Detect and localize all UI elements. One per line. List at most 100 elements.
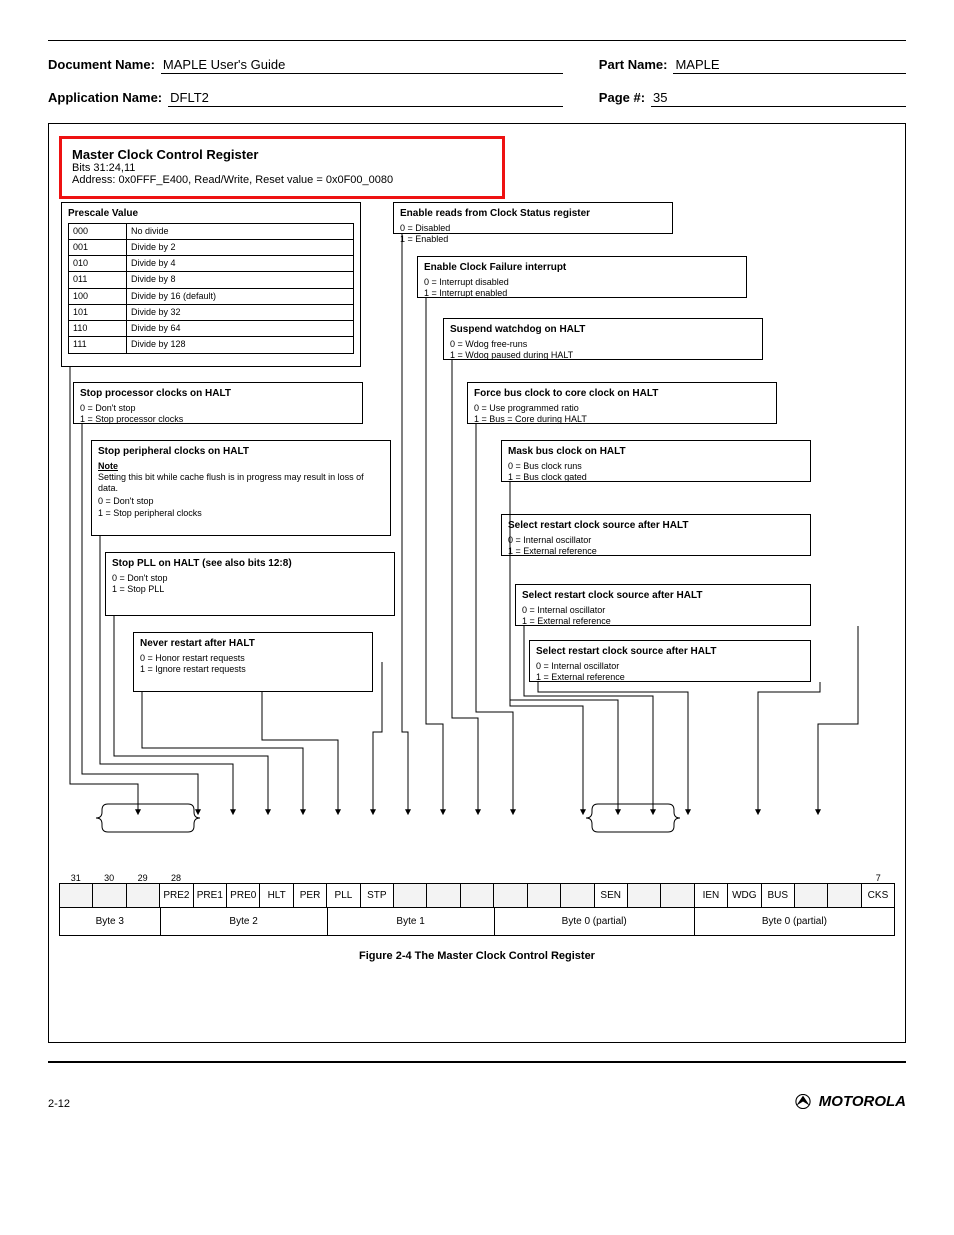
sysen-val1: 1 = Enabled: [400, 234, 666, 245]
bit-cell: [627, 884, 660, 907]
footer-rule: [48, 1061, 906, 1063]
bit-cell: HLT: [259, 884, 292, 907]
bit-cell: PRE1: [193, 884, 226, 907]
byte-cell: Byte 0 (partial): [694, 908, 894, 935]
register-bits-line: Bits 31:24,11: [72, 162, 492, 174]
figure-caption: Figure 2-4 The Master Clock Control Regi…: [59, 950, 895, 962]
bit-cell: PRE0: [226, 884, 259, 907]
byte-cell: Byte 3: [60, 908, 160, 935]
cksrc2-title: Select restart clock source after HALT: [522, 590, 804, 603]
bit-cell: [92, 884, 125, 907]
wdog-val0: 0 = Wdog free-runs: [450, 339, 756, 350]
bit-cell: PRE2: [159, 884, 192, 907]
wdog-val1: 1 = Wdog paused during HALT: [450, 350, 756, 361]
bit-cell: [126, 884, 159, 907]
sysen-val0: 0 = Disabled: [400, 223, 666, 234]
bit-name-row: PRE2PRE1PRE0HLTPERPLLSTP SEN IENWDGBUS CKS: [59, 883, 895, 908]
inten-title: Enable Clock Failure interrupt: [424, 262, 740, 275]
inten-val0: 0 = Interrupt disabled: [424, 277, 740, 288]
periph-val1: 1 = Stop peripheral clocks: [98, 508, 384, 519]
cksrc1-box: Select restart clock source after HALT 0…: [501, 514, 811, 556]
cksrc2-val0: 0 = Internal oscillator: [522, 605, 804, 616]
stop-title: Never restart after HALT: [140, 638, 366, 651]
bit-cell: [493, 884, 526, 907]
pll-box: Stop PLL on HALT (see also bits 12:8) 0 …: [105, 552, 395, 616]
register-bitmap: 313029287 PRE2PRE1PRE0HLTPERPLLSTP SEN IEN…: [59, 873, 895, 962]
bit-index-row: 313029287: [59, 873, 895, 883]
doc-name-value: MAPLE User's Guide: [161, 57, 563, 74]
page-num-value: 35: [651, 90, 906, 107]
cksrc2-box: Select restart clock source after HALT 0…: [515, 584, 811, 626]
register-addr-line: Address: 0x0FFF_E400, Read/Write, Reset …: [72, 174, 492, 186]
haltproc-box: Stop processor clocks on HALT 0 = Don't …: [73, 382, 363, 424]
bit-cell: IEN: [694, 884, 727, 907]
periph-box: Stop peripheral clocks on HALT Note Sett…: [91, 440, 391, 536]
byte-cell: Byte 0 (partial): [494, 908, 694, 935]
byte-cell: Byte 2: [160, 908, 327, 935]
sysen-title: Enable reads from Clock Status register: [400, 208, 666, 221]
stop-val0: 0 = Honor restart requests: [140, 653, 366, 664]
bit-cell: WDG: [727, 884, 760, 907]
bit-cell: PLL: [326, 884, 359, 907]
prescale-table: 000No divide001Divide by 2010Divide by 4…: [68, 223, 354, 354]
stop-val1: 1 = Ignore restart requests: [140, 664, 366, 675]
bit-cell: [560, 884, 593, 907]
cksrc3-val1: 1 = External reference: [536, 672, 804, 683]
bit-cell: [827, 884, 860, 907]
top-rule: [48, 40, 906, 41]
bit-cell: SEN: [594, 884, 627, 907]
prescale-title: Prescale Value: [68, 208, 354, 221]
doc-header: Document Name: MAPLE User's Guide Applic…: [48, 53, 906, 111]
part-name-value: MAPLE: [673, 57, 906, 74]
page-footer: 2-12 MOTOROLA: [48, 1093, 906, 1110]
bit-cell: [527, 884, 560, 907]
motorola-logo: MOTOROLA: [793, 1093, 906, 1110]
periph-title: Stop peripheral clocks on HALT: [98, 446, 384, 459]
bit-cell: [60, 884, 92, 907]
footer-pagenum: 2-12: [48, 1098, 70, 1110]
bus12-val1: 1 = Bus clock gated: [508, 472, 804, 483]
bus13-box: Force bus clock to core clock on HALT 0 …: [467, 382, 777, 424]
bit-cell: [794, 884, 827, 907]
motorola-logo-icon: [793, 1094, 813, 1108]
byte-cell: Byte 1: [327, 908, 494, 935]
bit-cell: CKS: [861, 884, 894, 907]
wdog-box: Suspend watchdog on HALT 0 = Wdog free-r…: [443, 318, 763, 360]
byte-label-row: Byte 3Byte 2Byte 1Byte 0 (partial)Byte 0…: [59, 908, 895, 936]
haltproc-val1: 1 = Stop processor clocks: [80, 414, 356, 425]
register-title: Master Clock Control Register: [72, 147, 492, 162]
cksrc1-val0: 0 = Internal oscillator: [508, 535, 804, 546]
bus13-title: Force bus clock to core clock on HALT: [474, 388, 770, 401]
periph-note-text: Setting this bit while cache flush is in…: [98, 472, 384, 495]
bit-cell: [393, 884, 426, 907]
bit-cell: [426, 884, 459, 907]
periph-note-label: Note: [98, 461, 118, 471]
bus13-val0: 0 = Use programmed ratio: [474, 403, 770, 414]
register-title-box: Master Clock Control Register Bits 31:24…: [59, 136, 505, 199]
bus12-val0: 0 = Bus clock runs: [508, 461, 804, 472]
figure-frame: Master Clock Control Register Bits 31:24…: [48, 123, 906, 1043]
periph-val0: 0 = Don't stop: [98, 496, 384, 507]
bit-cell: STP: [360, 884, 393, 907]
haltproc-val0: 0 = Don't stop: [80, 403, 356, 414]
prescale-box: Prescale Value 000No divide001Divide by …: [61, 202, 361, 367]
app-name-label: Application Name:: [48, 90, 168, 105]
doc-name-label: Document Name:: [48, 57, 161, 72]
bus13-val1: 1 = Bus = Core during HALT: [474, 414, 770, 425]
stop-box: Never restart after HALT 0 = Honor resta…: [133, 632, 373, 692]
page-num-label: Page #:: [599, 90, 651, 105]
part-name-label: Part Name:: [599, 57, 674, 72]
sysen-box: Enable reads from Clock Status register …: [393, 202, 673, 234]
pll-val1: 1 = Stop PLL: [112, 584, 388, 595]
haltproc-title: Stop processor clocks on HALT: [80, 388, 356, 401]
pll-title: Stop PLL on HALT (see also bits 12:8): [112, 558, 388, 571]
bit-cell: BUS: [761, 884, 794, 907]
cksrc1-val1: 1 = External reference: [508, 546, 804, 557]
pll-val0: 0 = Don't stop: [112, 573, 388, 584]
app-name-value: DFLT2: [168, 90, 563, 107]
bit-cell: PER: [293, 884, 326, 907]
cksrc2-val1: 1 = External reference: [522, 616, 804, 627]
cksrc3-val0: 0 = Internal oscillator: [536, 661, 804, 672]
bit-cell: [460, 884, 493, 907]
cksrc3-title: Select restart clock source after HALT: [536, 646, 804, 659]
